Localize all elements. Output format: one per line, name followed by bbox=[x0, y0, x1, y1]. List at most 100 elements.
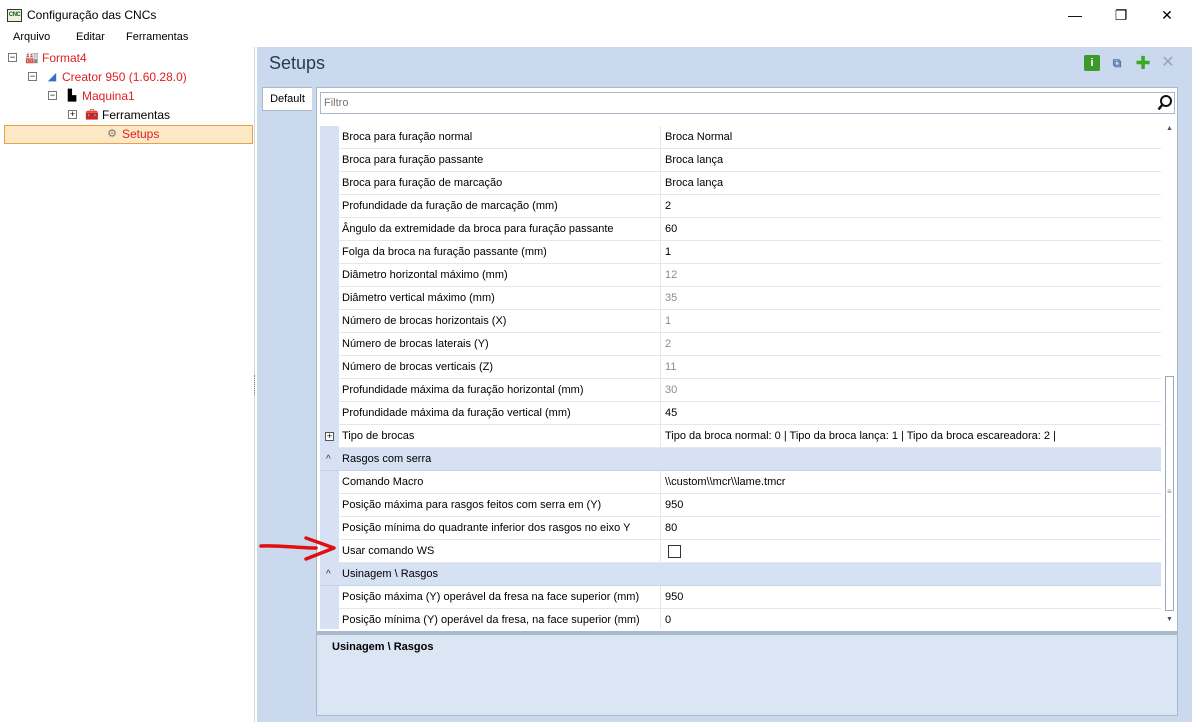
tab-default[interactable]: Default bbox=[262, 87, 312, 111]
property-name: Posição mínima do quadrante inferior dos… bbox=[342, 517, 661, 540]
property-row[interactable]: Broca para furação normal Broca Normal bbox=[320, 126, 1161, 149]
row-margin bbox=[320, 264, 339, 287]
property-value[interactable]: Broca Normal bbox=[665, 126, 1160, 149]
tree-node-label: Ferramentas bbox=[102, 108, 171, 122]
row-margin bbox=[320, 586, 339, 609]
close-button[interactable]: ✕ bbox=[1144, 0, 1190, 30]
tree-node-label: Creator 950 (1.60.28.0) bbox=[62, 70, 187, 84]
property-row[interactable]: Ângulo da extremidade da broca para fura… bbox=[320, 218, 1161, 241]
property-value[interactable]: 950 bbox=[665, 494, 1160, 517]
menu-bar: Arquivo Editar Ferramentas bbox=[0, 29, 1200, 47]
property-value: 12 bbox=[665, 269, 678, 281]
property-value[interactable]: 0 bbox=[665, 609, 1160, 629]
machine-tree: − 🏭 Format4− ◢ Creator 950 (1.60.28.0) − ▙ Maqu… bbox=[0, 47, 255, 722]
info-icon[interactable]: i bbox=[1084, 55, 1100, 71]
property-row[interactable]: Broca para furação de marcação Broca lanç… bbox=[320, 172, 1161, 195]
tree-node-setups[interactable]: ⚙ Setups bbox=[0, 125, 250, 143]
tree-node-format4[interactable]: − 🏭 Format4 bbox=[0, 49, 250, 67]
property-row[interactable]: Diâmetro horizontal máximo (mm) 12 bbox=[320, 264, 1161, 287]
search-icon[interactable] bbox=[1157, 94, 1173, 112]
property-value: 2 bbox=[665, 338, 672, 350]
menu-arquivo[interactable]: Arquivo bbox=[13, 31, 50, 43]
filter-box bbox=[320, 92, 1175, 114]
property-name: Broca para furação normal bbox=[342, 126, 661, 149]
property-value[interactable]: \\custom\\mcr\\lame.tmcr bbox=[665, 471, 1160, 494]
property-row[interactable]: Folga da broca na furação passante (mm) 1 bbox=[320, 241, 1161, 264]
property-value[interactable]: 45 bbox=[665, 402, 1160, 425]
category-row[interactable]: ^ Usinagem \ Rasgos bbox=[320, 563, 1161, 586]
property-row[interactable]: Número de brocas horizontais (X) 1 bbox=[320, 310, 1161, 333]
menu-editar[interactable]: Editar bbox=[76, 31, 105, 43]
tree-node-label: Maquina1 bbox=[82, 89, 135, 103]
description-panel: Usinagem \ Rasgos bbox=[317, 635, 1177, 715]
row-margin bbox=[320, 333, 339, 356]
property-name: Diâmetro vertical máximo (mm) bbox=[342, 287, 661, 310]
property-value[interactable]: Tipo da broca normal: 0 | Tipo da broca … bbox=[665, 425, 1160, 448]
property-row[interactable]: Número de brocas verticais (Z) 11 bbox=[320, 356, 1161, 379]
add-icon[interactable]: ✚ bbox=[1135, 54, 1151, 72]
property-value[interactable]: Broca lança bbox=[665, 172, 1160, 195]
collapse-caret-icon[interactable]: ^ bbox=[326, 448, 331, 471]
collapse-icon[interactable]: − bbox=[28, 72, 37, 81]
property-row[interactable]: + Tipo de brocas Tipo da broca normal: 0 |… bbox=[320, 425, 1161, 448]
menu-ferramentas[interactable]: Ferramentas bbox=[126, 31, 188, 43]
property-value[interactable]: 950 bbox=[665, 586, 1160, 609]
property-row[interactable]: Usar comando WS bbox=[320, 540, 1161, 563]
scroll-thumb[interactable]: ≡ bbox=[1165, 376, 1174, 611]
cnc-machine-icon: ▙ bbox=[67, 90, 77, 102]
property-value[interactable]: Broca lança bbox=[665, 149, 1160, 172]
window-title: Configuração das CNCs bbox=[27, 8, 157, 22]
tree-node-label: Setups bbox=[122, 127, 160, 141]
row-margin bbox=[320, 241, 339, 264]
tree-node-creator-950-1-60-28-0-[interactable]: − ◢ Creator 950 (1.60.28.0) bbox=[0, 68, 250, 86]
property-value[interactable]: 2 bbox=[665, 195, 1160, 218]
property-row[interactable]: Posição mínima do quadrante inferior dos… bbox=[320, 517, 1161, 540]
setups-panel: Setups i ⧉ ✚ ✕ Default Broca para furaçã… bbox=[257, 47, 1192, 722]
row-margin bbox=[320, 195, 339, 218]
row-margin bbox=[320, 379, 339, 402]
property-name: Broca para furação de marcação bbox=[342, 172, 661, 195]
tree-node-ferramentas[interactable]: + 🧰 Ferramentas bbox=[0, 106, 250, 124]
copy-icon[interactable]: ⧉ bbox=[1109, 55, 1125, 71]
filter-input[interactable] bbox=[324, 95, 1144, 111]
scroll-down-arrow-icon[interactable]: ▼ bbox=[1164, 613, 1175, 627]
row-margin bbox=[320, 609, 339, 629]
property-name: Número de brocas verticais (Z) bbox=[342, 356, 661, 379]
property-name: Diâmetro horizontal máximo (mm) bbox=[342, 264, 661, 287]
vertical-scrollbar[interactable]: ▲ ≡ ▼ bbox=[1163, 122, 1176, 629]
property-checkbox-cell[interactable] bbox=[665, 540, 1160, 563]
collapse-icon[interactable]: − bbox=[48, 91, 57, 100]
property-row[interactable]: Profundidade máxima da furação vertical … bbox=[320, 402, 1161, 425]
property-value: 35 bbox=[665, 292, 678, 304]
category-row[interactable]: ^ Rasgos com serra bbox=[320, 448, 1161, 471]
property-value[interactable]: 80 bbox=[665, 517, 1160, 540]
property-name: Broca para furação passante bbox=[342, 149, 661, 172]
expand-icon[interactable]: + bbox=[325, 432, 334, 441]
maximize-button[interactable]: ❐ bbox=[1098, 0, 1144, 30]
scroll-up-arrow-icon[interactable]: ▲ bbox=[1164, 122, 1175, 136]
property-value: 30 bbox=[665, 384, 678, 396]
usar-comando-ws-checkbox[interactable] bbox=[668, 545, 681, 558]
property-row[interactable]: Posição mínima (Y) operável da fresa, na… bbox=[320, 609, 1161, 629]
property-row[interactable]: Profundidade da furação de marcação (mm)… bbox=[320, 195, 1161, 218]
property-row[interactable]: Posição máxima para rasgos feitos com se… bbox=[320, 494, 1161, 517]
expand-icon[interactable]: + bbox=[68, 110, 77, 119]
property-row[interactable]: Número de brocas laterais (Y) 2 bbox=[320, 333, 1161, 356]
page-title: Setups bbox=[269, 53, 326, 73]
row-margin bbox=[320, 494, 339, 517]
collapse-icon[interactable]: − bbox=[8, 53, 17, 62]
property-value[interactable]: 60 bbox=[665, 218, 1160, 241]
property-row[interactable]: Comando Macro \\custom\\mcr\\lame.tmcr bbox=[320, 471, 1161, 494]
row-margin bbox=[320, 218, 339, 241]
tree-node-maquina1[interactable]: − ▙ Maquina1 bbox=[0, 87, 250, 105]
property-row[interactable]: Posição máxima (Y) operável da fresa na … bbox=[320, 586, 1161, 609]
row-margin bbox=[320, 149, 339, 172]
property-row[interactable]: Diâmetro vertical máximo (mm) 35 bbox=[320, 287, 1161, 310]
grip-icon: ≡ bbox=[1167, 487, 1172, 496]
property-row[interactable]: Profundidade máxima da furação horizonta… bbox=[320, 379, 1161, 402]
property-row[interactable]: Broca para furação passante Broca lança bbox=[320, 149, 1161, 172]
minimize-button[interactable]: — bbox=[1052, 0, 1098, 30]
property-value[interactable]: 1 bbox=[665, 241, 1160, 264]
delete-icon[interactable]: ✕ bbox=[1160, 55, 1176, 71]
collapse-caret-icon[interactable]: ^ bbox=[326, 563, 331, 586]
